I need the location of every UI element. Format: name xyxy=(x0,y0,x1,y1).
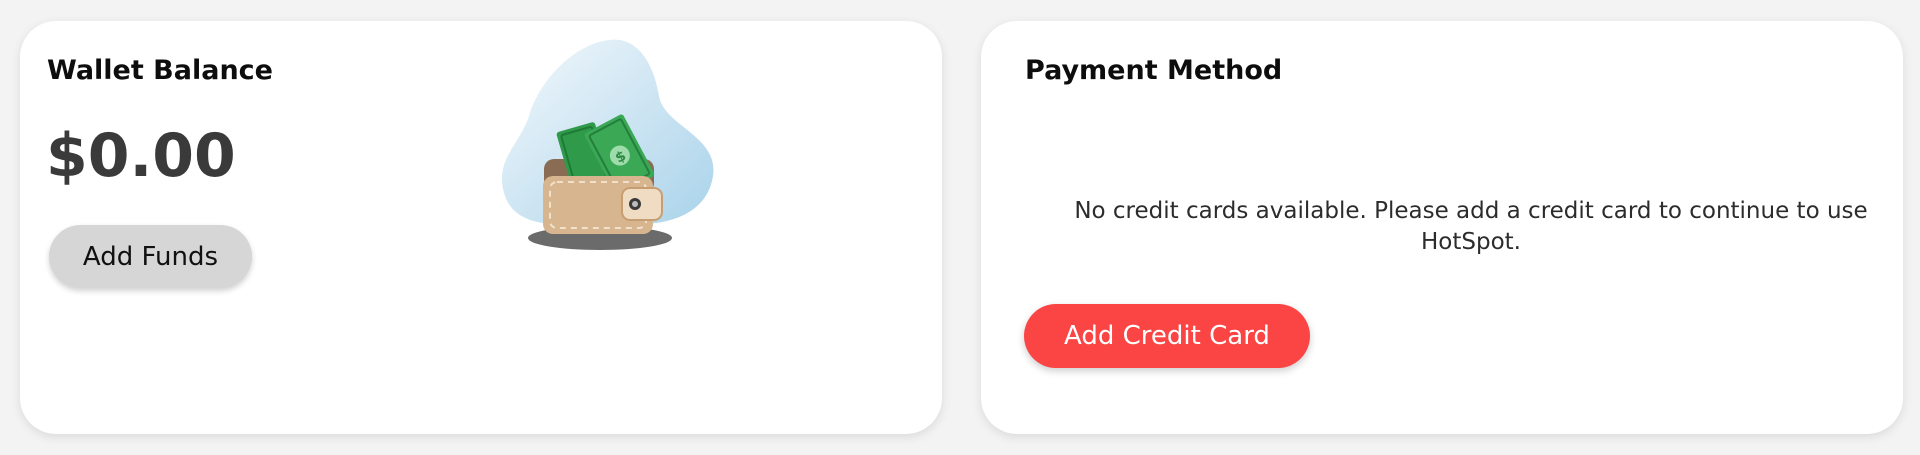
wallet-balance-title: Wallet Balance xyxy=(47,55,273,86)
wallet-balance-card: Wallet Balance $0.00 Add Funds $ xyxy=(20,21,942,434)
no-cards-message: No credit cards available. Please add a … xyxy=(1074,198,1868,255)
payment-method-card: Payment Method No credit cards available… xyxy=(981,21,1903,434)
wallet-with-cash-icon: $ xyxy=(499,36,719,258)
add-funds-button[interactable]: Add Funds xyxy=(49,225,252,288)
wallet-balance-amount: $0.00 xyxy=(46,121,236,191)
add-credit-card-button[interactable]: Add Credit Card xyxy=(1024,304,1310,368)
payment-method-title: Payment Method xyxy=(1025,55,1283,86)
